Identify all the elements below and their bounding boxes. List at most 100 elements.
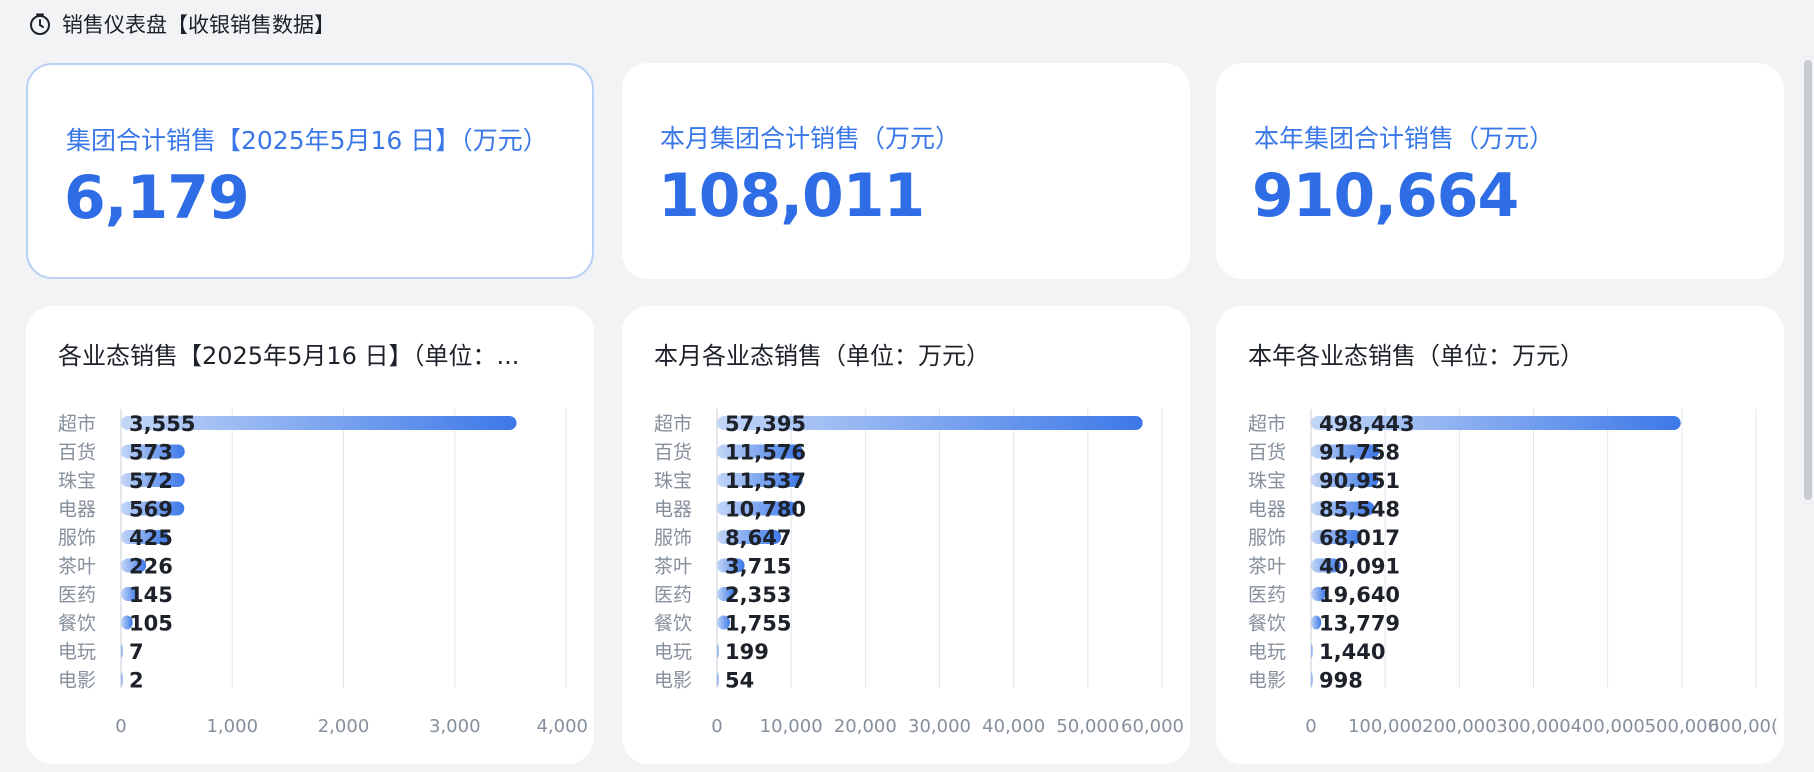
x-tick-label: 100,000	[1348, 716, 1422, 737]
category-label: 餐饮	[1248, 613, 1286, 635]
bar	[121, 644, 123, 658]
x-tick-label: 1,000	[206, 716, 258, 737]
chart-card-daily-category[interactable]: 各业态销售【2025年5月16 日】（单位：... 0 1,000 2,000 3,0…	[26, 306, 594, 764]
bar-value-label: 226	[129, 555, 173, 579]
bar-value-label: 40,091	[1319, 555, 1400, 579]
category-label: 珠宝	[1248, 470, 1286, 492]
category-label: 电器	[58, 499, 96, 521]
category-label: 餐饮	[58, 613, 96, 635]
bar-value-label: 8,647	[725, 526, 791, 550]
category-label: 服饰	[1248, 527, 1286, 549]
x-tick-label: 20,000	[834, 716, 897, 737]
bar	[1311, 672, 1313, 687]
kpi-card-yearly-sales[interactable]: 本年集团合计销售（万元） 910,664	[1216, 63, 1784, 279]
category-label: 电影	[1248, 670, 1286, 692]
bar-chart-monthly-category[interactable]: 0 10,000 20,000 30,000 40,000 50,000 60,000 超市 5…	[622, 306, 1190, 764]
bar-value-label: 11,576	[725, 441, 806, 465]
bar	[717, 672, 719, 687]
category-label: 珠宝	[654, 470, 692, 492]
x-tick-label: 30,000	[908, 716, 971, 737]
category-label: 医药	[1248, 584, 1286, 606]
category-label: 医药	[654, 584, 692, 606]
bar-value-label: 2,353	[725, 583, 791, 607]
chart-card-monthly-category[interactable]: 本月各业态销售（单位：万元） 0 10,000 20,000 30,000 40,000…	[622, 306, 1190, 764]
x-tick-label: 2,000	[318, 716, 370, 737]
category-label: 超市	[654, 413, 692, 435]
bar-value-label: 90,951	[1319, 469, 1400, 493]
x-tick-label: 50,000	[1056, 716, 1119, 737]
category-label: 茶叶	[58, 556, 96, 578]
bar-chart-yearly-category[interactable]: 0 100,000 200,000 300,000 400,000 500,000600,…	[1216, 306, 1784, 764]
bar-value-label: 425	[129, 526, 173, 550]
bar-value-label: 57,395	[725, 412, 806, 436]
kpi-card-daily-sales[interactable]: 集团合计销售【2025年5月16 日】（万元） 6,179	[26, 63, 594, 279]
x-tick-label: 0	[1305, 716, 1316, 737]
x-tick-label: 40,000	[982, 716, 1045, 737]
category-label: 电器	[1248, 499, 1286, 521]
bar-value-label: 3,555	[129, 412, 195, 436]
bar-value-label: 573	[129, 441, 173, 465]
category-label: 电器	[654, 499, 692, 521]
bar-value-label: 85,548	[1319, 498, 1400, 522]
bar-value-label: 68,017	[1319, 526, 1400, 550]
category-label: 百货	[58, 442, 96, 464]
kpi-value: 910,664	[1252, 161, 1519, 231]
category-label: 服饰	[654, 527, 692, 549]
bar-value-label: 498,443	[1319, 412, 1415, 436]
dashboard-header: 销售仪表盘【收银销售数据】	[28, 8, 335, 40]
category-label: 百货	[1248, 442, 1286, 464]
category-label: 医药	[58, 584, 96, 606]
x-tick-label: 400,000	[1570, 716, 1644, 737]
bar-value-label: 2	[129, 669, 144, 693]
category-label: 珠宝	[58, 470, 96, 492]
kpi-value: 6,179	[64, 163, 250, 233]
category-label: 超市	[1248, 413, 1286, 435]
category-label: 超市	[58, 413, 96, 435]
bar-value-label: 105	[129, 612, 173, 636]
bar-value-label: 91,758	[1319, 441, 1400, 465]
x-tick-label: 600,00(	[1708, 716, 1778, 737]
kpi-value: 108,011	[658, 161, 925, 231]
category-label: 茶叶	[1248, 556, 1286, 578]
kpi-title: 集团合计销售【2025年5月16 日】（万元）	[66, 126, 548, 155]
bar-value-label: 54	[725, 669, 754, 693]
bar	[1311, 644, 1313, 658]
category-label: 百货	[654, 442, 692, 464]
kpi-title: 本年集团合计销售（万元）	[1254, 124, 1555, 153]
bar-value-label: 569	[129, 498, 173, 522]
x-tick-label: 3,000	[429, 716, 481, 737]
category-label: 餐饮	[654, 613, 692, 635]
bar-value-label: 998	[1319, 669, 1363, 693]
page-scrollbar[interactable]	[1804, 60, 1812, 500]
bar-value-label: 1,440	[1319, 640, 1385, 664]
category-label: 茶叶	[654, 556, 692, 578]
category-label: 电玩	[58, 641, 96, 663]
chart-card-yearly-category[interactable]: 本年各业态销售（单位：万元） 0 100,000 200,000 300,000 400…	[1216, 306, 1784, 764]
category-label: 电影	[58, 670, 96, 692]
bar-value-label: 7	[129, 640, 144, 664]
kpi-title: 本月集团合计销售（万元）	[660, 124, 961, 153]
x-tick-label: 10,000	[760, 716, 823, 737]
bar	[717, 644, 719, 658]
kpi-card-monthly-sales[interactable]: 本月集团合计销售（万元） 108,011	[622, 63, 1190, 279]
bar-value-label: 11,537	[725, 469, 806, 493]
bar-value-label: 10,780	[725, 498, 806, 522]
page-title: 销售仪表盘【收银销售数据】	[62, 13, 335, 37]
x-tick-label: 60,000	[1121, 716, 1184, 737]
category-label: 服饰	[58, 527, 96, 549]
x-tick-label: 200,000	[1422, 716, 1496, 737]
bar-value-label: 3,715	[725, 555, 791, 579]
bar-value-label: 1,755	[725, 612, 791, 636]
bar	[121, 672, 123, 687]
category-label: 电玩	[1248, 641, 1286, 663]
category-label: 电影	[654, 670, 692, 692]
category-label: 电玩	[654, 641, 692, 663]
bar-value-label: 572	[129, 469, 173, 493]
bar-value-label: 13,779	[1319, 612, 1400, 636]
bar-chart-daily-category[interactable]: 0 1,000 2,000 3,000 4,000 超市 3,555 百货 573 珠宝 572 电器…	[26, 306, 594, 764]
bar-value-label: 145	[129, 583, 173, 607]
bar-value-label: 199	[725, 640, 769, 664]
x-tick-label: 0	[711, 716, 722, 737]
bar-value-label: 19,640	[1319, 583, 1400, 607]
x-tick-label: 300,000	[1496, 716, 1570, 737]
